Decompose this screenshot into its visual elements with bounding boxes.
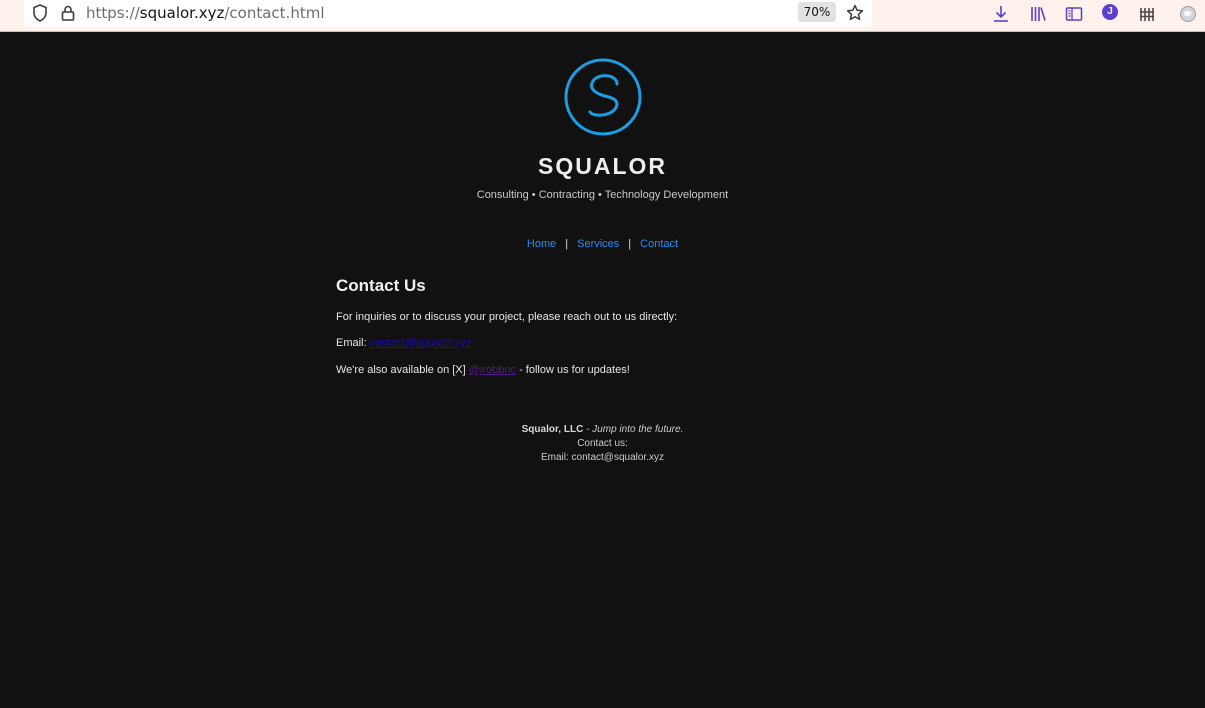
url-text[interactable]: https://squalor.xyz/contact.html [86,4,324,22]
nav-services-link[interactable]: Services [577,238,619,250]
footer-slogan: - Jump into the future. [586,424,684,435]
email-link[interactable]: contact@squalor.xyz [370,337,472,349]
url-bar[interactable]: https://squalor.xyz/contact.html 70% [24,0,872,27]
download-icon[interactable] [990,3,1012,25]
extensions-icon[interactable] [1137,3,1159,25]
zoom-level-button[interactable]: 70% [798,2,836,22]
url-host: squalor.xyz [139,4,225,22]
contact-section: Contact Us For inquiries or to discuss y… [336,276,876,376]
footer: Squalor, LLC - Jump into the future. Con… [0,423,1205,465]
social-prefix: We're also available on [X] [336,364,466,376]
footer-contact-label: Contact us: [577,438,628,449]
url-path: /contact.html [224,4,325,22]
nav-contact-link[interactable]: Contact [640,238,678,250]
url-scheme: https:// [86,4,140,22]
site-title: SQUALOR [538,153,667,179]
nav-separator: | [565,238,569,250]
squalor-logo-icon [564,58,642,136]
nav-home-link[interactable]: Home [527,238,556,250]
footer-company: Squalor, LLC [521,424,584,435]
x-handle-link[interactable]: @jrobbnc [469,364,516,376]
sidebar-icon[interactable] [1063,3,1085,25]
firefox-view-icon[interactable] [1177,3,1199,25]
social-suffix: - follow us for updates! [519,364,630,376]
email-line: Email: contact@squalor.xyz [336,337,471,349]
nav-separator: | [628,238,632,250]
contact-heading: Contact Us [336,276,426,295]
main-nav: Home | Services | Contact [0,238,1205,250]
page-content: SQUALOR Consulting • Contracting • Techn… [0,33,1205,708]
library-icon[interactable] [1027,3,1049,25]
shield-icon[interactable] [30,3,50,23]
email-label: Email: [336,337,367,349]
social-line: We're also available on [X] @jrobbnc - f… [336,364,630,376]
footer-company-line: Squalor, LLC - Jump into the future. [0,423,1205,437]
site-tagline: Consulting • Contracting • Technology De… [476,189,729,201]
account-icon[interactable]: J [1102,4,1118,20]
star-icon[interactable] [845,3,865,23]
contact-intro: For inquiries or to discuss your project… [336,311,678,323]
footer-email: Email: contact@squalor.xyz [541,452,664,463]
lock-icon[interactable] [58,3,78,23]
browser-toolbar: https://squalor.xyz/contact.html 70% J [0,0,1205,32]
